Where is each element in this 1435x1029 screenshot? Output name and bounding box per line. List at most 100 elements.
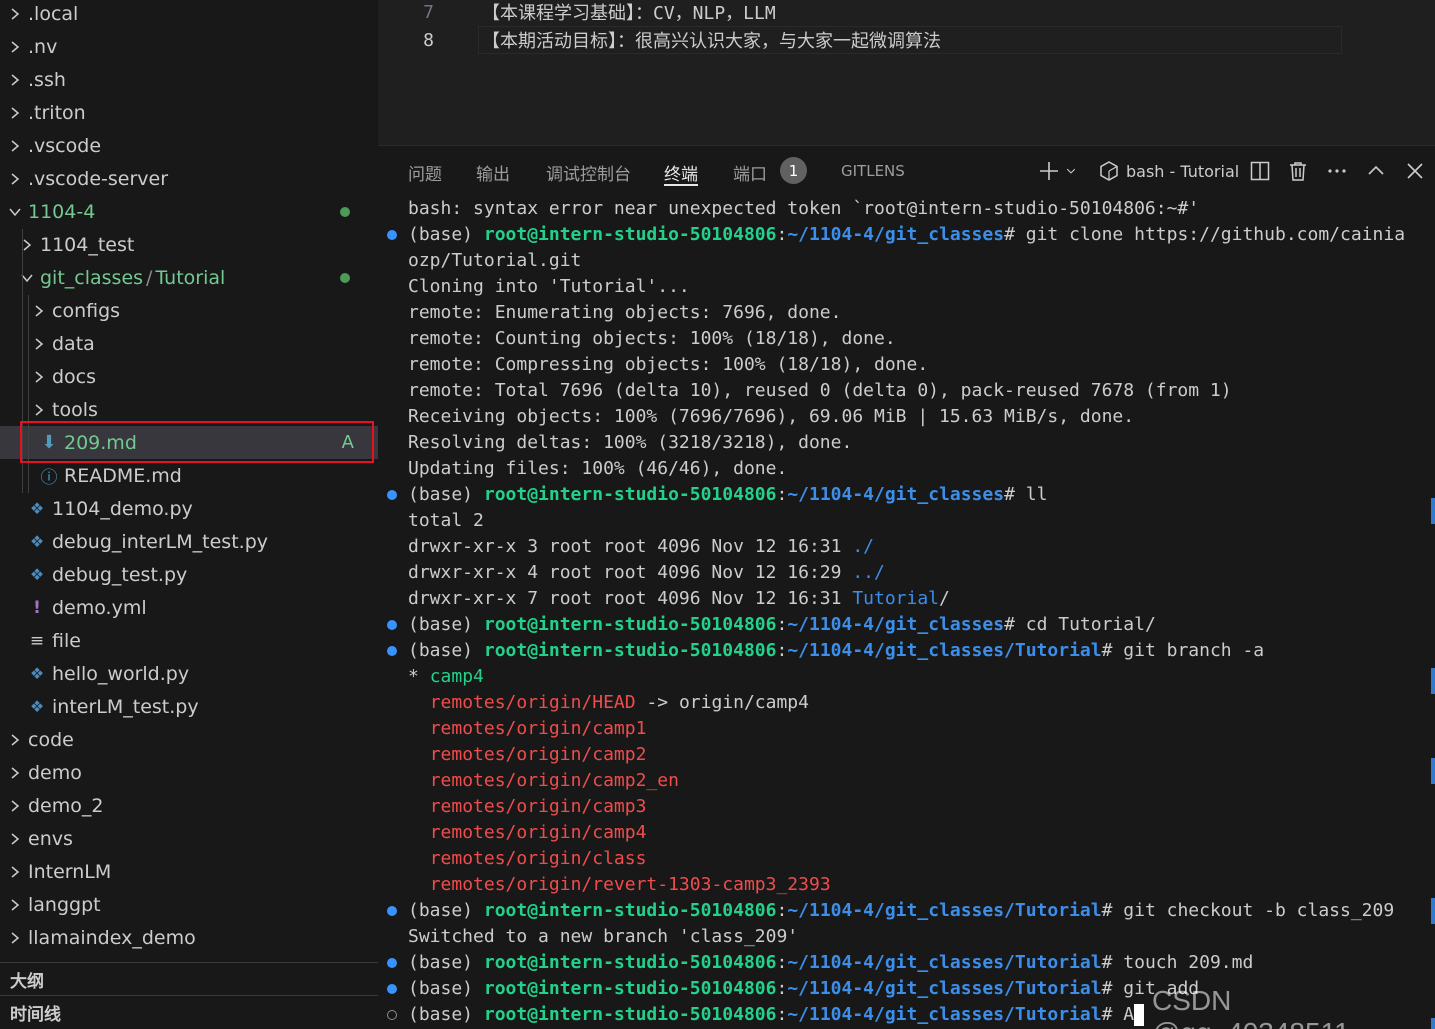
chevron-right-icon[interactable] — [8, 865, 22, 879]
tree-folder[interactable]: .local — [0, 0, 378, 30]
chevron-right-icon[interactable] — [8, 106, 22, 120]
tree-folder[interactable]: demo_2 — [0, 789, 378, 822]
tree-file[interactable]: ❖ debug_interLM_test.py — [0, 525, 378, 558]
terminal-line: remotes/origin/HEAD -> origin/camp4 — [408, 690, 809, 716]
terminal-text: root@intern-studio-50104806 — [483, 1004, 777, 1025]
tree-folder[interactable]: data — [0, 327, 378, 360]
panel-tab-bar: 问题 输出 调试控制台 终端 端口 1 GITLENS bash - Tutor… — [378, 146, 1435, 196]
split-terminal-button[interactable] — [1249, 158, 1271, 184]
editor-line[interactable]: 8 【本期活动目标】：很高兴认识大家，与大家一起微调算法 — [378, 26, 1435, 54]
tab-problems[interactable]: 问题 — [408, 160, 442, 186]
terminal-cursor — [1134, 1004, 1145, 1026]
tree-folder[interactable]: .nv — [0, 30, 378, 63]
terminal-text: ~/1104-4/git_classes — [787, 484, 1005, 505]
command-decoration-icon[interactable] — [387, 646, 397, 656]
terminal-text: : — [776, 1004, 788, 1025]
chevron-right-icon[interactable] — [8, 766, 22, 780]
terminal-shell-icon — [1100, 161, 1118, 181]
chevron-right-icon[interactable] — [8, 931, 22, 945]
tree-folder[interactable]: docs — [0, 360, 378, 393]
tree-folder[interactable]: code — [0, 723, 378, 756]
terminal-text: drwxr-xr-x 4 root root 4096 Nov 12 16:29 — [408, 562, 853, 583]
tree-item-label: Tutorial — [155, 266, 226, 289]
scrollbar[interactable] — [1431, 198, 1435, 1029]
chevron-right-icon[interactable] — [32, 370, 46, 384]
tree-folder[interactable]: .vscode — [0, 129, 378, 162]
chevron-right-icon[interactable] — [32, 403, 46, 417]
tree-file[interactable]: ❖ debug_test.py — [0, 558, 378, 591]
terminal-text: ./ — [852, 536, 875, 557]
chevron-right-icon[interactable] — [8, 733, 22, 747]
chevron-down-icon[interactable] — [8, 205, 22, 219]
tree-folder[interactable]: git_classes / Tutorial — [0, 261, 378, 294]
tree-folder[interactable]: langgpt — [0, 888, 378, 921]
chevron-right-icon[interactable] — [8, 172, 22, 186]
tree-folder[interactable]: 1104_test — [0, 228, 378, 261]
terminal-line: (base) root@intern-studio-50104806:~/110… — [408, 638, 1264, 664]
command-decoration-icon[interactable] — [387, 906, 397, 916]
tab-debug-console[interactable]: 调试控制台 — [546, 160, 631, 186]
tree-folder[interactable]: InternLM — [0, 855, 378, 888]
tree-file[interactable]: ⓘ README.md — [0, 459, 378, 492]
terminal-line: remote: Enumerating objects: 7696, done. — [408, 300, 841, 326]
terminal-output[interactable]: bash: syntax error near unexpected token… — [378, 198, 1435, 1029]
chevron-right-icon[interactable] — [32, 304, 46, 318]
tree-folder[interactable]: .triton — [0, 96, 378, 129]
terminal-line: remotes/origin/camp3 — [408, 794, 647, 820]
command-decoration-icon[interactable] — [387, 958, 397, 968]
command-decoration-icon[interactable] — [387, 490, 397, 500]
tree-folder[interactable]: .vscode-server — [0, 162, 378, 195]
tree-item-label: 1104_test — [40, 233, 135, 256]
tree-item-label: .local — [28, 2, 79, 25]
chevron-right-icon[interactable] — [8, 73, 22, 87]
chevron-right-icon[interactable] — [8, 139, 22, 153]
tab-gitlens[interactable]: GITLENS — [841, 162, 905, 188]
tree-folder[interactable]: demo — [0, 756, 378, 789]
maximize-panel-button[interactable] — [1365, 158, 1387, 184]
chevron-right-icon[interactable] — [8, 898, 22, 912]
terminal-text: (base) — [408, 640, 484, 661]
kill-terminal-button[interactable] — [1287, 158, 1309, 184]
editor-line[interactable]: 7 【本课程学习基础】：CV，NLP，LLM — [378, 0, 1435, 26]
tree-file[interactable]: ! demo.yml — [0, 591, 378, 624]
editor-area[interactable]: 7 【本课程学习基础】：CV，NLP，LLM 8 【本期活动目标】：很高兴认识大… — [378, 0, 1435, 145]
chevron-right-icon[interactable] — [8, 799, 22, 813]
terminal-text: remote: Counting objects: 100% (18/18), … — [408, 328, 896, 349]
command-decoration-icon[interactable] — [387, 620, 397, 630]
tree-folder[interactable]: configs — [0, 294, 378, 327]
command-decoration-icon[interactable] — [387, 1010, 397, 1020]
terminal-text: root@intern-studio-50104806 — [483, 614, 777, 635]
terminal-line: remote: Compressing objects: 100% (18/18… — [408, 352, 928, 378]
command-decoration-icon[interactable] — [387, 984, 397, 994]
tree-folder[interactable]: envs — [0, 822, 378, 855]
outline-section-header[interactable]: 大纲 — [0, 962, 378, 995]
terminal-instance[interactable]: bash - Tutorial — [1098, 158, 1239, 184]
tree-item-label: demo.yml — [52, 596, 147, 619]
timeline-section-header[interactable]: 时间线 — [0, 995, 378, 1028]
tree-item-label: git_classes — [40, 266, 144, 289]
tab-output[interactable]: 输出 — [476, 160, 510, 186]
new-terminal-button[interactable] — [1038, 158, 1078, 184]
chevron-right-icon[interactable] — [8, 832, 22, 846]
command-decoration-icon[interactable] — [387, 230, 397, 240]
yaml-file-icon: ! — [33, 597, 41, 618]
tree-file[interactable]: ❖ interLM_test.py — [0, 690, 378, 723]
tree-file[interactable]: ≡ file — [0, 624, 378, 657]
tree-file[interactable]: ❖ hello_world.py — [0, 657, 378, 690]
tab-ports[interactable]: 端口 — [733, 160, 767, 186]
tree-folder[interactable]: llamaindex_demo — [0, 921, 378, 954]
terminal-text: ~/1104-4/git_classes/Tutorial — [787, 952, 1102, 973]
chevron-right-icon[interactable] — [8, 40, 22, 54]
tree-folder[interactable]: .ssh — [0, 63, 378, 96]
chevron-right-icon[interactable] — [32, 337, 46, 351]
modified-dot-icon — [340, 272, 350, 283]
tree-folder[interactable]: 1104-4 — [0, 195, 378, 228]
more-actions-button[interactable] — [1326, 158, 1348, 184]
python-file-icon: ❖ — [29, 532, 45, 551]
tree-file[interactable]: ❖ 1104_demo.py — [0, 492, 378, 525]
close-panel-button[interactable] — [1404, 158, 1426, 184]
chevron-right-icon[interactable] — [8, 7, 22, 21]
tab-terminal[interactable]: 终端 — [664, 160, 698, 186]
terminal-text: # ll — [1004, 484, 1048, 505]
chevron-down-icon[interactable] — [1064, 160, 1078, 182]
